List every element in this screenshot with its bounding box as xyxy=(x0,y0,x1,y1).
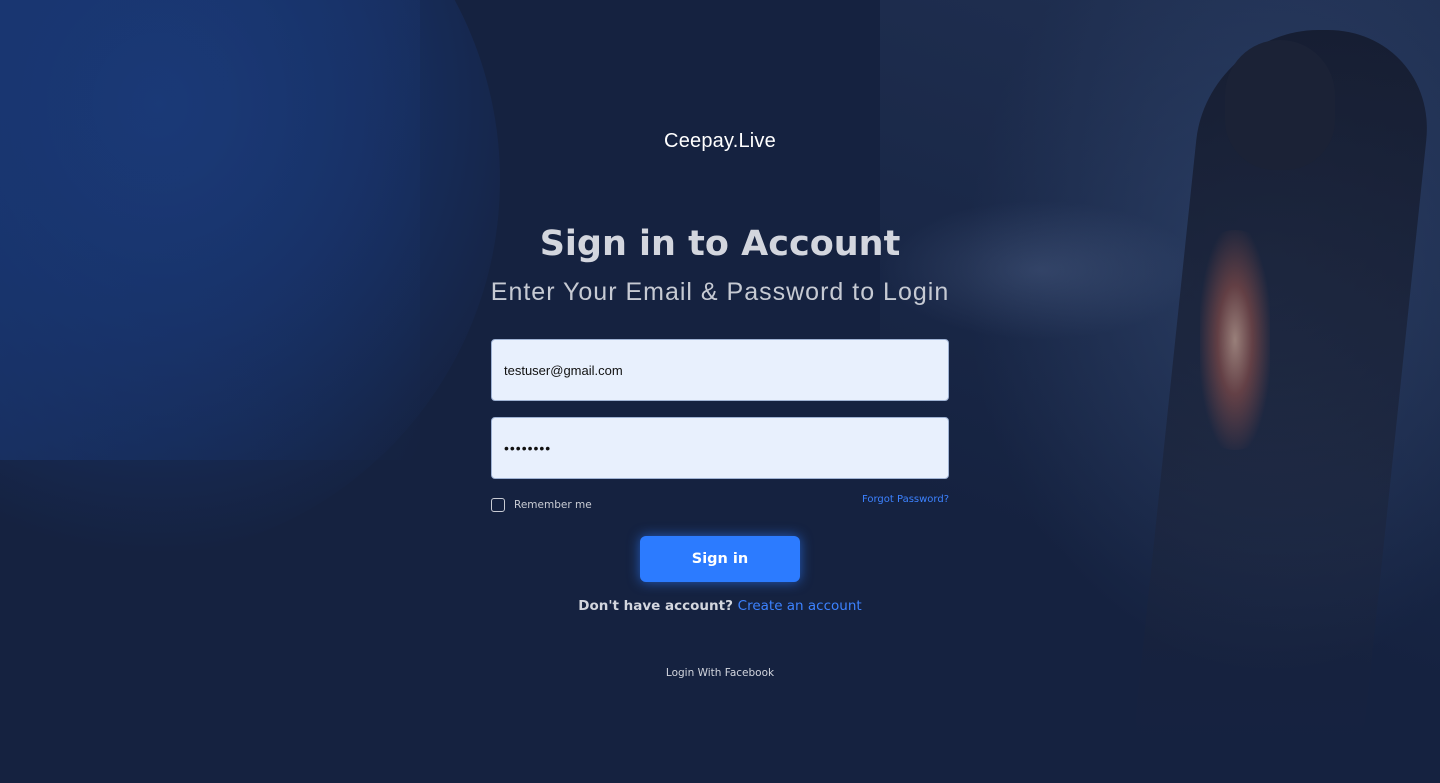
login-page: Ceepay.Live Sign in to Account Enter You… xyxy=(0,0,1440,783)
page-subtitle: Enter Your Email & Password to Login xyxy=(490,278,950,306)
facebook-login-link[interactable]: Login With Facebook xyxy=(666,667,774,679)
facebook-login: Login With Facebook xyxy=(0,661,1440,680)
remember-me-label: Remember me xyxy=(514,499,592,511)
email-field[interactable] xyxy=(491,339,949,401)
page-title: Sign in to Account xyxy=(539,224,901,264)
no-account-text: Don't have account? xyxy=(578,598,738,614)
register-prompt: Don't have account? Create an account xyxy=(0,598,1440,614)
forgot-password-link[interactable]: Forgot Password? xyxy=(862,494,949,505)
sign-in-button[interactable]: Sign in xyxy=(640,536,800,582)
remember-me-checkbox[interactable] xyxy=(491,498,505,512)
create-account-link[interactable]: Create an account xyxy=(738,598,862,614)
password-field[interactable] xyxy=(491,417,949,479)
brand-logo: Ceepay.Live xyxy=(664,130,776,152)
background-mist xyxy=(880,200,1200,340)
remember-me: Remember me xyxy=(491,498,592,512)
